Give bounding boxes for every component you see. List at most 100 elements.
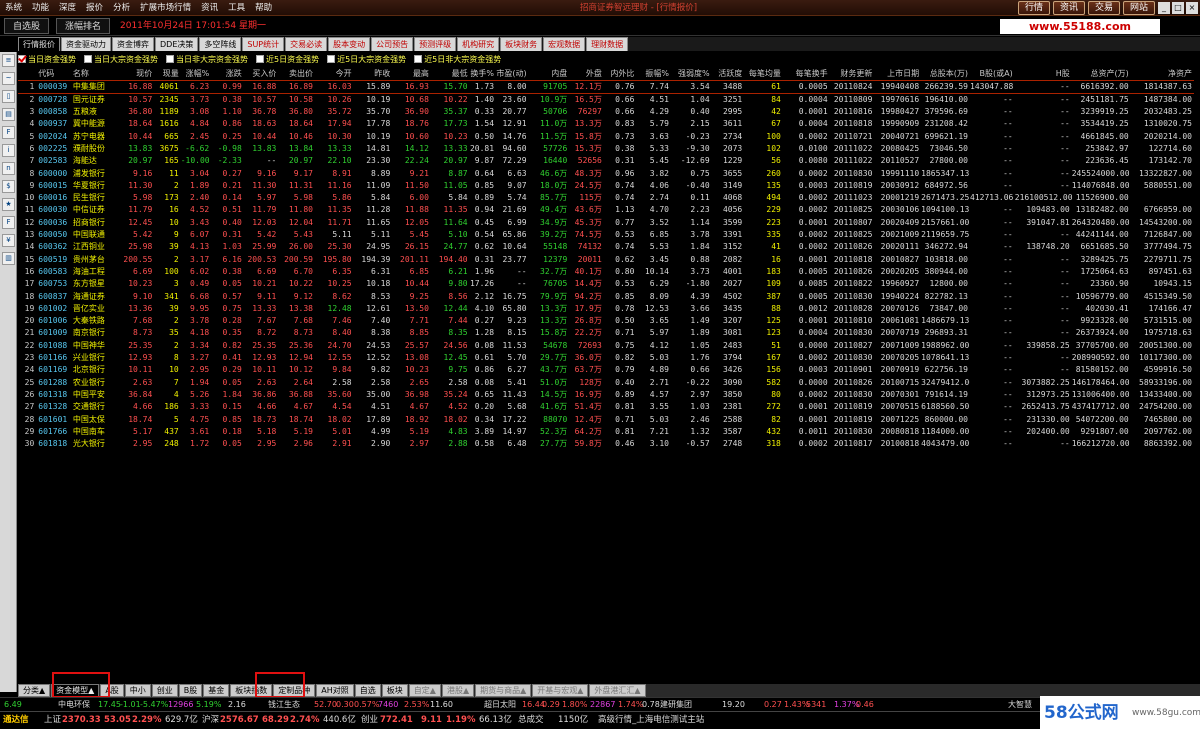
column-header[interactable]: 振幅% (636, 67, 671, 80)
tab-item[interactable]: 宏观数据 (543, 37, 586, 51)
column-header[interactable]: 外盘 (569, 67, 604, 80)
menu-item[interactable]: 资讯 (196, 0, 223, 16)
tab-item[interactable]: DDE决策 (155, 37, 199, 51)
report-icon[interactable]: ▤ (2, 108, 15, 121)
column-header[interactable]: 财务更新 (830, 67, 875, 80)
menu-item[interactable]: 扩展市场行情 (135, 0, 196, 16)
bottom-tab[interactable]: 期货与商品▲ (475, 684, 532, 697)
menu-item[interactable]: 帮助 (250, 0, 277, 16)
tab-item[interactable]: 资金博弈 (112, 37, 154, 51)
info-icon[interactable]: i (2, 144, 15, 157)
tab-item[interactable]: 多空阵线 (199, 37, 242, 51)
filter-option[interactable]: 当日资金强势 (18, 54, 76, 65)
filter-option[interactable]: 当日非大宗资金强势 (166, 54, 248, 65)
column-header[interactable]: 现价 (120, 67, 155, 80)
table-row[interactable]: 28 601601 中国太保 18.74 5 4.75 0.85 18.73 18.74 18.0… (18, 414, 1194, 426)
column-header[interactable]: 涨跌 (211, 67, 244, 80)
kline-icon[interactable]: ▯ (2, 90, 15, 103)
table-row[interactable]: 17 600753 东方银星 10.23 3 0.49 0.05 10.21 10.22 10.2… (18, 278, 1194, 290)
column-header[interactable]: 活跃度 (712, 67, 745, 80)
tab-item[interactable]: 行情报价 (18, 37, 60, 51)
table-row[interactable]: 13 600050 中国联通 5.42 9 6.07 0.31 5.42 5.43 5.11 5.1… (18, 229, 1194, 241)
column-header[interactable]: 卖出价 (278, 67, 315, 80)
filter-option[interactable]: 近5日资金强势 (256, 54, 319, 65)
trade-button[interactable]: 交易 (1087, 1, 1120, 15)
column-header[interactable] (18, 67, 36, 80)
checkbox[interactable] (256, 55, 264, 63)
table-row[interactable]: 10 600016 民生银行 5.98 173 2.40 0.14 5.97 5.98 5.86 5… (18, 192, 1194, 204)
filter-option[interactable]: 当日大宗资金强势 (84, 54, 158, 65)
menu-item[interactable]: 功能 (27, 0, 54, 16)
table-row[interactable]: 6 002225 濮耐股份 13.83 3675 -6.62 -0.98 13.83 13.84… (18, 143, 1194, 155)
tab-item[interactable]: 交易必读 (285, 37, 328, 51)
table-row[interactable]: 27 601328 交通银行 4.66 186 3.33 0.15 4.66 4.67 4.54 4… (18, 401, 1194, 413)
table-row[interactable]: 23 601166 兴业银行 12.93 8 3.27 0.41 12.93 12.94 12.5… (18, 352, 1194, 364)
filter-option[interactable]: 近5日非大宗资金强势 (414, 54, 501, 65)
tab-item[interactable]: 公司预告 (371, 37, 414, 51)
bottom-tab[interactable]: 中小 (124, 684, 151, 697)
table-row[interactable]: 19 601002 晋亿实业 13.36 39 9.95 0.75 13.33 13.38 12.… (18, 303, 1194, 315)
column-header[interactable]: 总资产(万) (1072, 67, 1131, 80)
column-header[interactable]: 每笔换手 (783, 67, 830, 80)
menu-item[interactable]: 分析 (108, 0, 135, 16)
f10-icon[interactable]: F (2, 126, 15, 139)
funds-icon[interactable]: ¥ (2, 234, 15, 247)
table-row[interactable]: 29 601766 中国南车 5.17 437 3.61 0.18 5.18 5.19 5.01 4… (18, 426, 1194, 438)
pick-icon[interactable]: ★ (2, 198, 15, 211)
bottom-tab[interactable]: 基金 (203, 684, 230, 697)
table-row[interactable]: 12 600036 招商银行 12.45 10 3.43 0.40 12.03 12.04 11.… (18, 217, 1194, 229)
news-button[interactable]: 资讯 (1052, 1, 1085, 15)
watchlist-tab[interactable]: 自选股 (4, 18, 50, 34)
chart-icon[interactable]: ~ (2, 72, 15, 85)
table-row[interactable]: 15 600519 贵州茅台 200.55 2 3.17 6.16 200.53 200.59 1… (18, 254, 1194, 266)
column-header[interactable]: 净资产 (1131, 67, 1194, 80)
tab-item[interactable]: 股本变动 (328, 37, 371, 51)
table-row[interactable]: 8 600000 浦发银行 9.16 11 3.04 0.27 9.16 9.17 8.91 8.8… (18, 168, 1194, 180)
column-header[interactable]: 内外比 (604, 67, 637, 80)
tab-item[interactable]: 板块财务 (500, 37, 543, 51)
f10-icon[interactable]: F (2, 216, 15, 229)
table-row[interactable]: 1 000039 中集集团 16.88 4061 6.23 0.99 16.88 16.89 16… (18, 79, 1194, 94)
column-header[interactable]: 总股本(万) (921, 67, 970, 80)
bottom-tab[interactable]: 创业 (151, 684, 178, 697)
news-icon[interactable]: n (2, 162, 15, 175)
table-row[interactable]: 20 601006 大秦铁路 7.68 2 3.78 0.28 7.67 7.68 7.46 7.4… (18, 315, 1194, 327)
column-header[interactable]: B股(或A) (970, 67, 1015, 80)
table-row[interactable]: 18 600837 海通证券 9.10 341 6.68 0.57 9.11 9.12 8.62 8… (18, 291, 1194, 303)
column-header[interactable]: 换手% (470, 67, 496, 80)
column-header[interactable]: 代码 (36, 67, 71, 80)
gain-ranking-tab[interactable]: 涨幅排名 (56, 18, 111, 34)
tab-item[interactable]: 理财数据 (586, 37, 629, 51)
column-header[interactable]: H股 (1015, 67, 1072, 80)
checkbox[interactable] (166, 55, 174, 63)
minimize-icon[interactable]: _ (1158, 2, 1170, 14)
bottom-tab[interactable]: AH对照 (316, 684, 354, 697)
bottom-tab[interactable]: B股 (178, 684, 203, 697)
column-header[interactable]: 市盈(动) (496, 67, 529, 80)
column-header[interactable]: 名称 (71, 67, 120, 80)
checkbox[interactable] (84, 55, 92, 63)
table-row[interactable]: 7 002583 海能达 20.97 165 -10.00 -2.33 -- 20.97 22.1… (18, 155, 1194, 167)
table-row[interactable]: 21 601009 南京银行 8.73 35 4.18 0.35 8.72 8.73 8.40 8.… (18, 327, 1194, 339)
menu-item[interactable]: 深度 (54, 0, 81, 16)
site-banner[interactable]: www.55188.com (1000, 19, 1160, 34)
menu-item[interactable]: 系统 (0, 0, 27, 16)
table-row[interactable]: 11 600030 中信证券 11.79 16 4.52 0.51 11.79 11.80 11.… (18, 204, 1194, 216)
tab-item[interactable]: 机构研究 (457, 37, 500, 51)
table-row[interactable]: 30 601818 光大银行 2.95 248 1.72 0.05 2.95 2.96 2.91 2… (18, 438, 1194, 450)
bar-icon[interactable]: ▥ (2, 252, 15, 265)
table-row[interactable]: 14 600362 江西铜业 25.98 39 4.13 1.03 25.99 26.00 25.… (18, 241, 1194, 253)
table-row[interactable]: 24 601169 北京银行 10.11 10 2.95 0.29 10.11 10.12 9.8… (18, 364, 1194, 376)
bottom-tab[interactable]: 自定▲ (408, 684, 441, 697)
maximize-icon[interactable]: □ (1172, 2, 1184, 14)
table-row[interactable]: 26 601318 中国平安 36.84 4 5.26 1.84 36.86 36.88 35.6… (18, 389, 1194, 401)
column-header[interactable]: 昨收 (354, 67, 393, 80)
tab-item[interactable]: 预测评级 (414, 37, 457, 51)
table-row[interactable]: 5 002024 苏宁电器 10.44 665 2.45 0.25 10.44 10.46 10.… (18, 131, 1194, 143)
list-icon[interactable]: ≡ (2, 54, 15, 67)
menu-item[interactable]: 报价 (81, 0, 108, 16)
table-row[interactable]: 22 601088 中国神华 25.35 2 3.34 0.82 25.35 25.36 24.7… (18, 340, 1194, 352)
bottom-tab[interactable]: 自选 (354, 684, 381, 697)
bottom-tab[interactable]: 开基与宏观▲ (532, 684, 589, 697)
column-header[interactable]: 内盘 (529, 67, 570, 80)
